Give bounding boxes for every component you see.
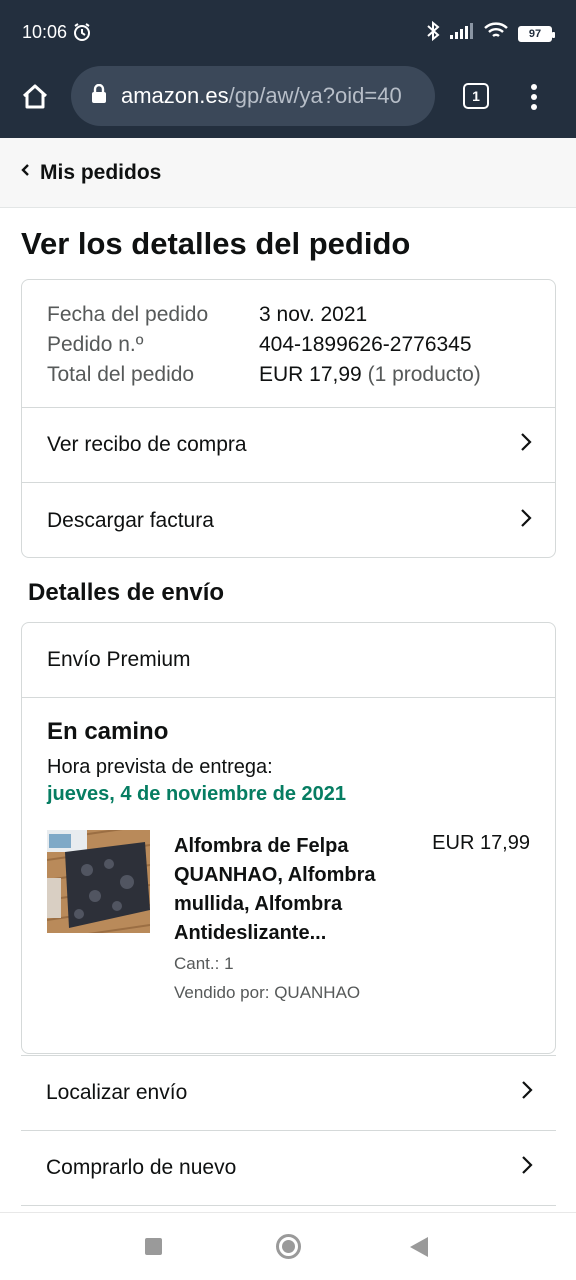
chevron-right-icon: [519, 507, 533, 535]
download-invoice-label: Descargar factura: [47, 508, 214, 532]
shipping-section-title: Detalles de envío: [28, 579, 225, 606]
order-date-row: Fecha del pedido 3 nov. 2021: [47, 300, 530, 330]
product-title[interactable]: Alfombra de Felpa QUANHAO, Alfombra mull…: [174, 832, 404, 948]
chevron-right-icon: [520, 1079, 534, 1107]
order-summary: Fecha del pedido 3 nov. 2021 Pedido n.º …: [22, 280, 555, 408]
home-nav-button[interactable]: [276, 1234, 301, 1259]
address-bar[interactable]: amazon.es/gp/aw/ya?oid=40: [71, 66, 435, 126]
status-icons: 97: [426, 20, 555, 47]
product-seller: Vendido por: QUANHAO: [174, 983, 361, 1002]
lock-icon: [91, 83, 107, 109]
home-button[interactable]: [20, 82, 50, 112]
url-path: /gp/aw/ya?oid=40: [228, 83, 402, 108]
shipment-status: En camino Hora prevista de entrega: juev…: [22, 698, 555, 1010]
browser-chrome: 10:06 97 amazon.es/gp/aw/ya?oid=40 1: [0, 0, 576, 138]
chevron-right-icon: [519, 431, 533, 459]
download-invoice-link[interactable]: Descargar factura: [22, 483, 555, 558]
order-number-label: Pedido n.º: [47, 333, 144, 356]
buy-again-link[interactable]: Comprarlo de nuevo: [21, 1131, 556, 1206]
order-item-count: (1 producto): [367, 363, 481, 386]
url-host: amazon.es: [121, 83, 229, 108]
wifi-icon: [484, 22, 508, 45]
page-title: Ver los detalles del pedido: [21, 226, 411, 261]
chevron-left-icon: [20, 163, 30, 182]
order-date-label: Fecha del pedido: [47, 303, 209, 326]
browser-menu-button[interactable]: [524, 82, 544, 112]
view-receipt-label: Ver recibo de compra: [47, 433, 247, 456]
order-total-label: Total del pedido: [47, 363, 195, 386]
order-date-value: 3 nov. 2021: [259, 303, 368, 326]
status-bar: 10:06 97: [0, 0, 576, 68]
system-nav-bar: [0, 1212, 576, 1280]
status-time: 10:06: [22, 22, 68, 42]
shipment-actions: Localizar envío Comprarlo de nuevo: [21, 1055, 556, 1206]
shipping-type: Envío Premium: [22, 623, 555, 698]
order-total-value: EUR 17,99 (1 producto): [259, 360, 481, 390]
eta-date: jueves, 4 de noviembre de 2021: [47, 783, 347, 805]
breadcrumb[interactable]: Mis pedidos: [0, 138, 576, 208]
home-icon: [22, 84, 48, 109]
order-item[interactable]: Alfombra de Felpa QUANHAO, Alfombra mull…: [47, 830, 530, 1010]
menu-dot: [531, 84, 537, 90]
product-quantity: Cant.: 1: [174, 954, 234, 973]
alarm-icon: [72, 22, 92, 47]
shipment-card: Envío Premium En camino Hora prevista de…: [21, 622, 556, 1054]
order-total-row: Total del pedido EUR 17,99 (1 producto): [47, 360, 530, 390]
order-total-amount: EUR 17,99: [259, 363, 362, 386]
chevron-right-icon: [520, 1154, 534, 1182]
tab-switcher-button[interactable]: 1: [463, 83, 489, 109]
bluetooth-icon: [426, 20, 440, 47]
buy-again-label: Comprarlo de nuevo: [46, 1156, 237, 1179]
battery-icon: 97: [518, 25, 555, 42]
signal-icon: [450, 23, 474, 44]
eta-label: Hora prevista de entrega:: [47, 756, 273, 778]
shipment-status-heading: En camino: [47, 718, 169, 745]
back-button[interactable]: [410, 1237, 428, 1257]
recent-apps-button[interactable]: [145, 1238, 162, 1255]
menu-dot: [531, 104, 537, 110]
order-summary-card: Fecha del pedido 3 nov. 2021 Pedido n.º …: [21, 279, 556, 558]
menu-dot: [531, 94, 537, 100]
product-image[interactable]: [47, 830, 150, 933]
view-receipt-link[interactable]: Ver recibo de compra: [22, 408, 555, 483]
order-number-value: 404-1899626-2776345: [259, 333, 472, 356]
order-number-row: Pedido n.º 404-1899626-2776345: [47, 330, 530, 360]
track-package-link[interactable]: Localizar envío: [21, 1056, 556, 1131]
breadcrumb-label: Mis pedidos: [40, 160, 162, 184]
track-package-label: Localizar envío: [46, 1081, 188, 1104]
product-price: EUR 17,99: [432, 832, 530, 854]
